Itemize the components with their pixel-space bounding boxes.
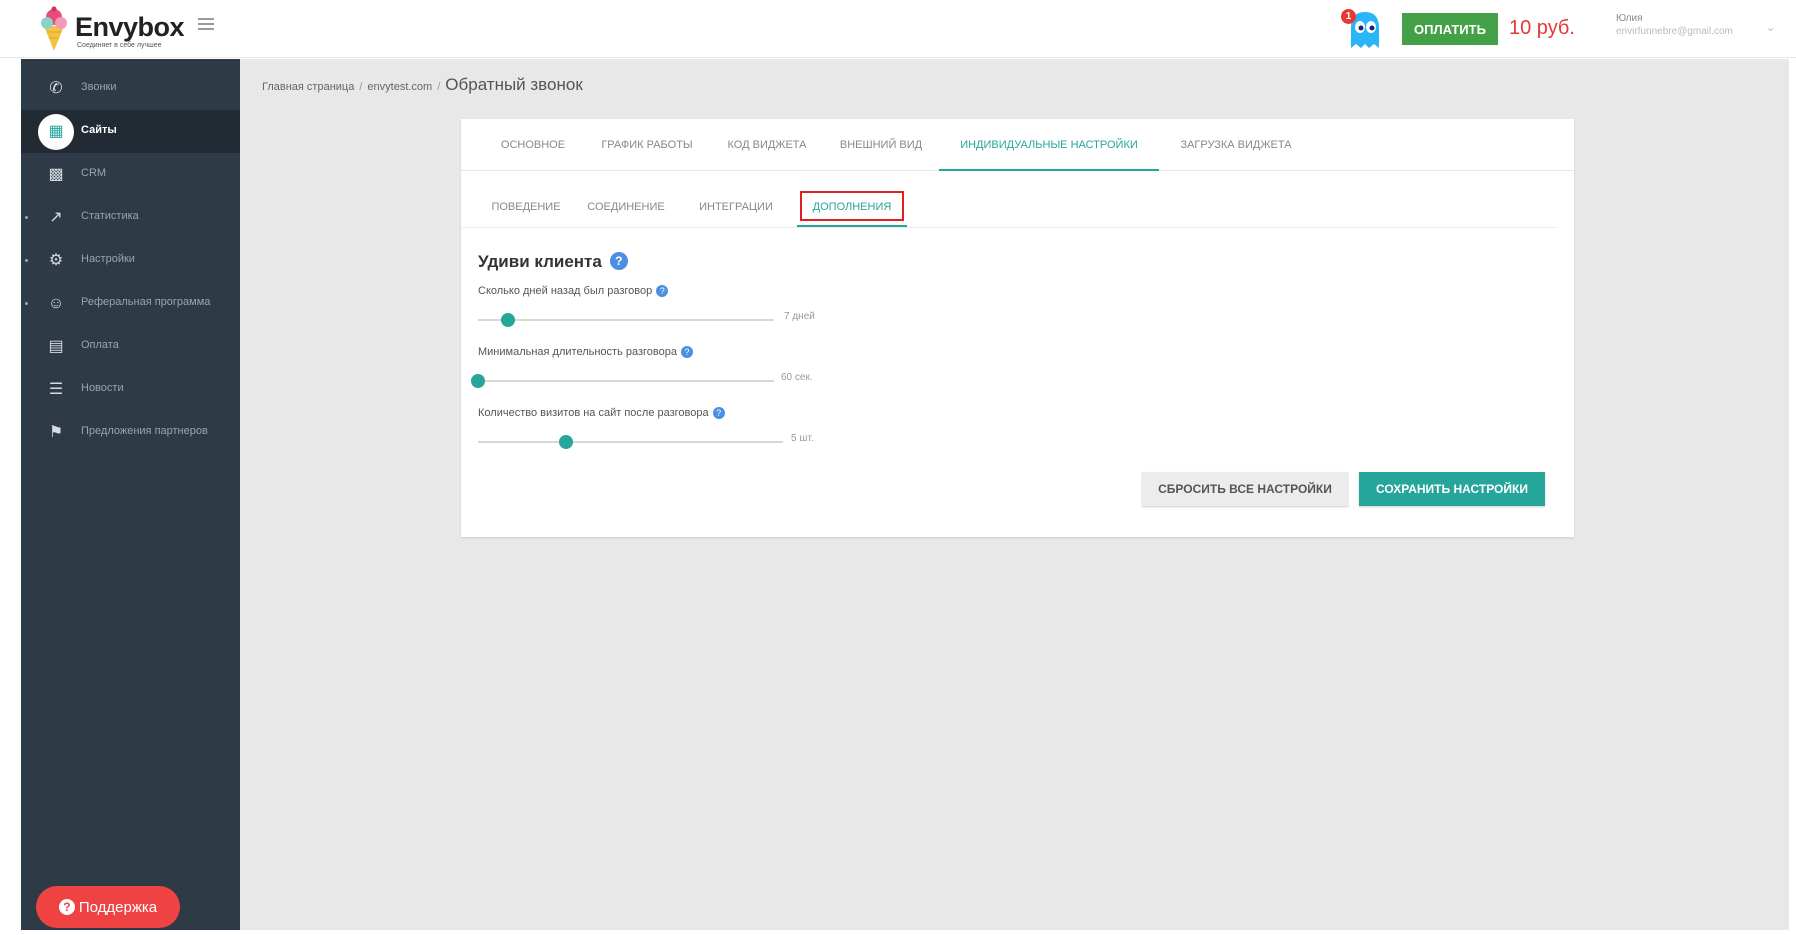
days-ago-value: 7 дней [784, 311, 815, 322]
grid-icon: ▦ [38, 114, 74, 150]
sub-tabs: ПОВЕДЕНИЕ СОЕДИНЕНИЕ ИНТЕГРАЦИИ ДОПОЛНЕН… [461, 171, 1574, 235]
field-label-text: Минимальная длительность разговора [478, 346, 677, 358]
min-duration-value: 60 сек. [781, 372, 813, 383]
sidebar-item-sites[interactable]: ▦ Сайты [21, 110, 240, 153]
tab-main[interactable]: ОСНОВНОЕ [481, 119, 585, 171]
sidebar-item-label: Настройки [81, 253, 135, 265]
sidebar-item-label: Предложения партнеров [81, 425, 208, 437]
sidebar-item-label: Новости [81, 382, 124, 394]
expand-bullet-icon [25, 302, 28, 305]
sidebar-item-settings[interactable]: ⚙ Настройки [21, 239, 240, 282]
field-label-text: Количество визитов на сайт после разгово… [478, 407, 709, 419]
breadcrumb: Главная страница / envytest.com / Обратный з… [262, 75, 583, 95]
pay-button[interactable]: ОПЛАТИТЬ [1402, 13, 1498, 45]
expand-bullet-icon [25, 216, 28, 219]
brand-name[interactable]: Envybox [75, 12, 185, 43]
ice-cream-logo-icon[interactable] [36, 6, 72, 52]
breadcrumb-separator: / [437, 81, 441, 93]
help-icon[interactable]: ? [609, 252, 628, 270]
tag-icon: ⚑ [48, 424, 64, 441]
app-root: Envybox Соединяет в себе лучшее 1 ОПЛАТИ… [0, 0, 1796, 935]
tab-appearance[interactable]: ВНЕШНИЙ ВИД [825, 119, 937, 171]
breadcrumb-separator: / [359, 81, 363, 93]
section-title: Удиви клиента? [478, 252, 628, 272]
visits-value: 5 шт. [791, 433, 814, 444]
tab-individual-settings[interactable]: ИНДИВИДУАЛЬНЫЕ НАСТРОЙКИ [939, 119, 1159, 171]
sidebar-item-calls[interactable]: ✆ Звонки [21, 67, 240, 110]
sidebar-item-news[interactable]: ☰ Новости [21, 368, 240, 411]
field-label-days-ago: Сколько дней назад был разговор? [478, 285, 669, 297]
sidebar-item-label: Статистика [81, 210, 139, 222]
sidebar-item-label: Оплата [81, 339, 119, 351]
visits-slider-track[interactable] [478, 441, 783, 443]
sidebar-item-statistics[interactable]: ↗ Статистика [21, 196, 240, 239]
account-balance: 10 руб. [1509, 17, 1575, 39]
support-label: Поддержка [78, 898, 158, 916]
support-button[interactable]: ? Поддержка [36, 886, 180, 928]
menu-toggle-icon[interactable] [198, 18, 214, 34]
page-title: Обратный звонок [445, 75, 583, 94]
help-icon[interactable]: ? [712, 407, 725, 419]
days-ago-slider-track[interactable] [478, 319, 774, 321]
credit-card-icon: ▤ [48, 338, 64, 355]
sidebar-item-label: CRM [81, 167, 107, 179]
gear-icon: ⚙ [48, 252, 64, 269]
field-label-visits: Количество визитов на сайт после разгово… [478, 407, 725, 419]
notification-badge[interactable]: 1 [1341, 9, 1356, 24]
expand-bullet-icon [25, 259, 28, 262]
min-duration-slider-track[interactable] [478, 380, 774, 382]
sidebar-item-label: Реферальная программа [81, 296, 211, 308]
subtab-integrations[interactable]: ИНТЕГРАЦИИ [681, 195, 791, 227]
tab-schedule[interactable]: ГРАФИК РАБОТЫ [585, 119, 709, 171]
top-bar: Envybox Соединяет в себе лучшее 1 ОПЛАТИ… [0, 0, 1796, 58]
chevron-down-icon[interactable]: ⌄ [1766, 21, 1775, 34]
visits-slider-thumb[interactable] [559, 435, 574, 449]
subtab-connection[interactable]: СОЕДИНЕНИЕ [571, 195, 681, 227]
question-icon: ? [58, 898, 75, 915]
field-label-min-duration: Минимальная длительность разговора? [478, 346, 693, 358]
user-email[interactable]: envirfunnebre@gmail.com [1616, 26, 1733, 37]
tab-widget-loading[interactable]: ЗАГРУЗКА ВИДЖЕТА [1161, 119, 1311, 171]
highlight-frame [800, 191, 904, 221]
section-title-text: Удиви клиента [478, 252, 602, 271]
tab-widget-code[interactable]: КОД ВИДЖЕТА [709, 119, 825, 171]
brand-tagline: Соединяет в себе лучшее [77, 42, 162, 49]
trending-up-icon: ↗ [49, 209, 63, 226]
sub-tabs-divider [461, 227, 1556, 228]
user-name[interactable]: Юлия [1616, 13, 1643, 24]
min-duration-slider-thumb[interactable] [471, 374, 485, 388]
breadcrumb-home[interactable]: Главная страница [262, 81, 354, 93]
save-settings-button[interactable]: СОХРАНИТЬ НАСТРОЙКИ [1359, 472, 1545, 506]
main-content: Главная страница / envytest.com / Обратный з… [240, 59, 1789, 930]
sidebar-item-payment[interactable]: ▤ Оплата [21, 325, 240, 368]
help-icon[interactable]: ? [681, 346, 693, 358]
reset-settings-button[interactable]: СБРОСИТЬ ВСЕ НАСТРОЙКИ [1142, 472, 1348, 506]
main-tabs: ОСНОВНОЕ ГРАФИК РАБОТЫ КОД ВИДЖЕТА ВНЕШН… [461, 119, 1574, 171]
days-ago-slider-thumb[interactable] [500, 313, 515, 327]
sidebar-item-label: Звонки [81, 81, 117, 93]
people-icon: ☺ [47, 295, 65, 312]
sidebar-item-crm[interactable]: ▩ CRM [21, 153, 240, 196]
sitemap-icon: ▩ [48, 166, 64, 183]
subtab-behavior[interactable]: ПОВЕДЕНИЕ [481, 195, 571, 227]
phone-icon: ✆ [49, 80, 63, 97]
settings-card: ОСНОВНОЕ ГРАФИК РАБОТЫ КОД ВИДЖЕТА ВНЕШН… [461, 119, 1574, 537]
sidebar-item-label: Сайты [81, 124, 117, 136]
sidebar-item-referral[interactable]: ☺ Реферальная программа [21, 282, 240, 325]
help-icon[interactable]: ? [656, 285, 669, 297]
list-icon: ☰ [48, 381, 64, 398]
breadcrumb-site[interactable]: envytest.com [367, 81, 432, 93]
sidebar-item-partner-offers[interactable]: ⚑ Предложения партнеров [21, 411, 240, 454]
sidebar: ✆ Звонки ▦ Сайты ▩ CRM ↗ Статистика ⚙ На… [21, 59, 240, 930]
field-label-text: Сколько дней назад был разговор [478, 285, 653, 297]
